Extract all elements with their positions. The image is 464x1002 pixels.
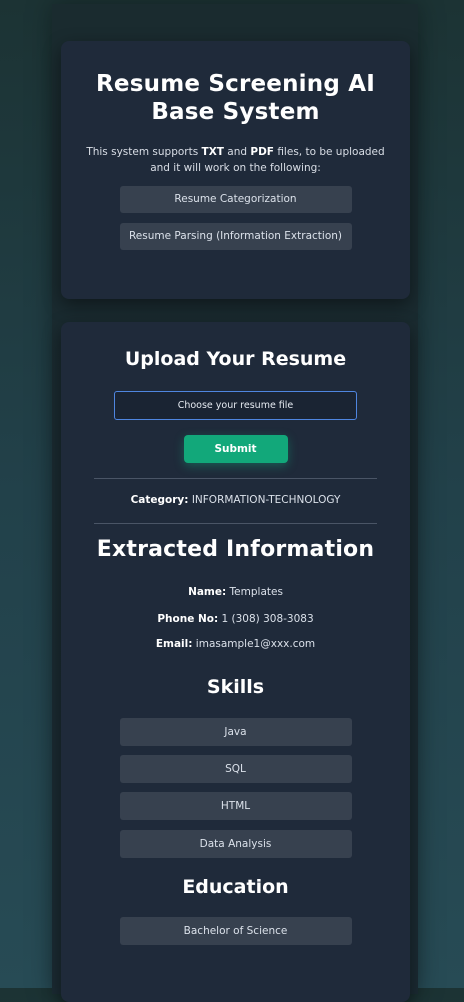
intro-text: This system supports TXT and PDF files, … xyxy=(85,144,386,176)
submit-button[interactable]: Submit xyxy=(183,435,288,463)
phone-label: Phone No: xyxy=(157,613,219,625)
name-label: Name: xyxy=(188,586,227,598)
skill-item: SQL xyxy=(119,755,352,783)
category-value: INFORMATION-TECHNOLOGY xyxy=(191,494,341,506)
email-value: imasample1@xxx.com xyxy=(195,638,316,650)
divider-top xyxy=(94,478,377,479)
skill-item: Data Analysis xyxy=(119,830,352,858)
name-value: Templates xyxy=(229,586,283,598)
format-pdf: PDF xyxy=(250,146,274,158)
upload-title: Upload Your Resume xyxy=(124,348,347,370)
upload-card: Upload Your Resume Choose your resume fi… xyxy=(61,322,410,1002)
format-txt: TXT xyxy=(201,146,224,158)
divider-bottom xyxy=(94,523,377,524)
category-label: Category: xyxy=(130,494,189,506)
skills-title: Skills xyxy=(206,676,265,698)
skill-item: HTML xyxy=(119,792,352,820)
phone-row: Phone No: 1 (308) 308-3083 xyxy=(61,613,410,625)
intro-prefix: This system supports xyxy=(86,146,202,158)
feature-parsing: Resume Parsing (Information Extraction) xyxy=(119,223,352,250)
intro-card: Resume Screening AI Base System This sys… xyxy=(61,41,410,299)
feature-categorization: Resume Categorization xyxy=(119,186,352,213)
skill-item: Java xyxy=(119,718,352,746)
resume-file-input[interactable]: Choose your resume file xyxy=(114,391,357,420)
email-row: Email: imasample1@xxx.com xyxy=(61,638,410,650)
education-item: Bachelor of Science xyxy=(119,917,352,945)
education-title: Education xyxy=(182,876,289,898)
extracted-info-title: Extracted Information xyxy=(96,537,375,562)
intro-and: and xyxy=(223,146,251,158)
category-row: Category: INFORMATION-TECHNOLOGY xyxy=(61,494,410,506)
page-title: Resume Screening AI Base System xyxy=(96,71,375,125)
phone-value: 1 (308) 308-3083 xyxy=(221,613,314,625)
name-row: Name: Templates xyxy=(61,586,410,598)
email-label: Email: xyxy=(155,638,193,650)
